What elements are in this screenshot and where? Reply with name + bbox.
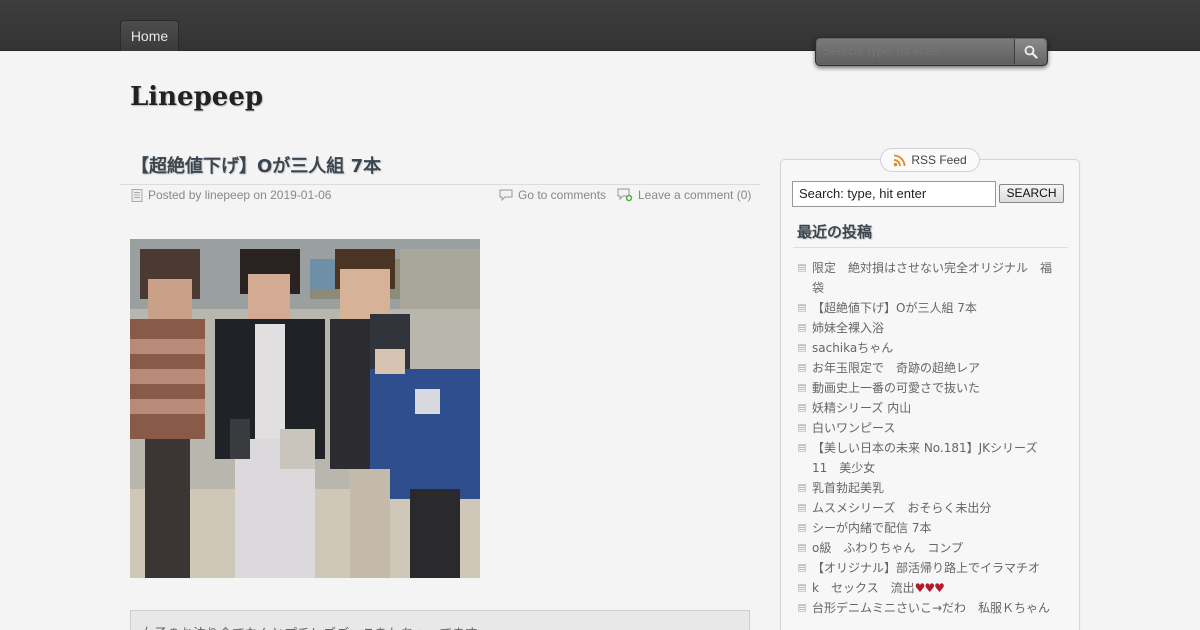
recent-posts-divider (793, 247, 1068, 248)
recent-post-item[interactable]: 台形デニムミニさいこ→だわ 私服Ｋちゃん (796, 598, 1058, 618)
heart-icon: ♥♥♥ (914, 581, 945, 595)
leave-comment[interactable]: Leave a comment (0) (617, 188, 751, 202)
list-bullet-icon (798, 444, 806, 452)
pixelated-photo (130, 239, 480, 578)
recent-post-item[interactable]: シーが内緒で配信 7本 (796, 518, 1058, 538)
nav-home-tab[interactable]: Home (120, 20, 179, 51)
list-bullet-icon (798, 264, 806, 272)
list-bullet-icon (798, 424, 806, 432)
recent-post-item[interactable]: ムスメシリーズ おそらく未出分 (796, 498, 1058, 518)
recent-post-link[interactable]: 妖精シリーズ 内山 (812, 401, 911, 415)
list-bullet-icon (798, 584, 806, 592)
recent-post-item[interactable]: 姉妹全裸入浴 (796, 318, 1058, 338)
go-to-comments[interactable]: Go to comments (499, 188, 606, 202)
go-to-comments-link[interactable]: Go to comments (518, 188, 606, 202)
recent-post-item[interactable]: 妖精シリーズ 内山 (796, 398, 1058, 418)
recent-post-item[interactable]: k セックス 流出♥♥♥ (796, 578, 1058, 598)
recent-post-item[interactable]: 【超絶値下げ】Oが三人組 7本 (796, 298, 1058, 318)
recent-post-link[interactable]: 【オリジナル】部活帰り路上でイラマチオ (812, 561, 1040, 575)
recent-post-link[interactable]: 姉妹全裸入浴 (812, 321, 884, 335)
recent-post-item[interactable]: 【オリジナル】部活帰り路上でイラマチオ (796, 558, 1058, 578)
recent-post-link[interactable]: 白いワンピース (812, 421, 895, 435)
list-bullet-icon (798, 404, 806, 412)
recent-post-item[interactable]: sachikaちゃん (796, 338, 1058, 358)
recent-post-link[interactable]: 限定 絶対損はさせない完全オリジナル 福袋 (812, 261, 1052, 295)
recent-post-item[interactable]: お年玉限定で 奇跡の超絶レア (796, 358, 1058, 378)
post-byline-text: Posted by linepeep on 2019-01-06 (148, 188, 332, 202)
list-bullet-icon (798, 344, 806, 352)
sidebar-search-input[interactable]: Search: type, hit enter (792, 181, 996, 207)
recent-post-item[interactable]: 【美しい日本の未来 No.181】JKシリーズ 11 美少女 (796, 438, 1058, 478)
post-featured-image[interactable] (130, 239, 480, 578)
list-bullet-icon (798, 524, 806, 532)
header-search-input[interactable] (817, 39, 1014, 64)
list-bullet-icon (798, 484, 806, 492)
recent-post-link[interactable]: 乳首勃起美乳 (812, 481, 884, 495)
rss-feed-label: RSS Feed (911, 153, 967, 167)
recent-post-link[interactable]: シーが内緒で配信 7本 (812, 521, 931, 535)
recent-post-item[interactable]: 白いワンピース (796, 418, 1058, 438)
leave-comment-link[interactable]: Leave a comment (0) (638, 188, 751, 202)
list-bullet-icon (798, 544, 806, 552)
magnifier-icon (1024, 45, 1038, 59)
recent-post-item[interactable]: 乳首勃起美乳 (796, 478, 1058, 498)
recent-posts-list: 限定 絶対損はさせない完全オリジナル 福袋【超絶値下げ】Oが三人組 7本 姉妹全裸… (796, 258, 1058, 618)
list-bullet-icon (798, 304, 806, 312)
rss-icon (894, 154, 906, 166)
list-bullet-icon (798, 364, 806, 372)
list-bullet-icon (798, 504, 806, 512)
post-meta-divider (120, 184, 760, 185)
post-byline: Posted by linepeep on 2019-01-06 (131, 188, 331, 202)
recent-post-link[interactable]: 動画史上一番の可愛さで抜いた (812, 381, 980, 395)
post-title[interactable]: 【超絶値下げ】Oが三人組 7本 (131, 152, 381, 178)
header-search-button[interactable] (1014, 39, 1046, 64)
recent-post-item[interactable]: o級 ふわりちゃん コンプ (796, 538, 1058, 558)
rss-feed-button[interactable]: RSS Feed (880, 148, 980, 172)
list-bullet-icon (798, 384, 806, 392)
recent-post-link[interactable]: 【美しい日本の未来 No.181】JKシリーズ 11 美少女 (812, 441, 1049, 475)
site-title[interactable]: Linepeep (130, 82, 263, 112)
recent-post-item[interactable]: 限定 絶対損はさせない完全オリジナル 福袋 (796, 258, 1058, 298)
speech-bubble-icon (499, 189, 513, 201)
recent-post-link[interactable]: ムスメシリーズ おそらく未出分 (812, 501, 991, 515)
recent-post-item[interactable]: 動画史上一番の可愛さで抜いた (796, 378, 1058, 398)
recent-post-link[interactable]: k セックス 流出 (812, 581, 915, 595)
recent-posts-title: 最近の投稿 (797, 223, 873, 241)
recent-post-link[interactable]: 【超絶値下げ】Oが三人組 7本 (812, 301, 977, 315)
list-bullet-icon (798, 324, 806, 332)
sidebar-search-button[interactable]: SEARCH (999, 184, 1064, 203)
comment-add-icon (617, 188, 633, 202)
post-excerpt: 女子のお泊り会でなんとプチレズごっこをしちゃってます (130, 610, 750, 630)
list-bullet-icon (798, 564, 806, 572)
recent-post-link[interactable]: sachikaちゃん (812, 341, 893, 355)
recent-post-link[interactable]: お年玉限定で 奇跡の超絶レア (812, 361, 980, 375)
recent-post-link[interactable]: 台形デニムミニさいこ→だわ 私服Ｋちゃん (812, 601, 1050, 615)
document-icon (131, 188, 143, 202)
list-bullet-icon (798, 604, 806, 612)
header-search-box (815, 37, 1048, 66)
recent-post-link[interactable]: o級 ふわりちゃん コンプ (812, 541, 963, 555)
